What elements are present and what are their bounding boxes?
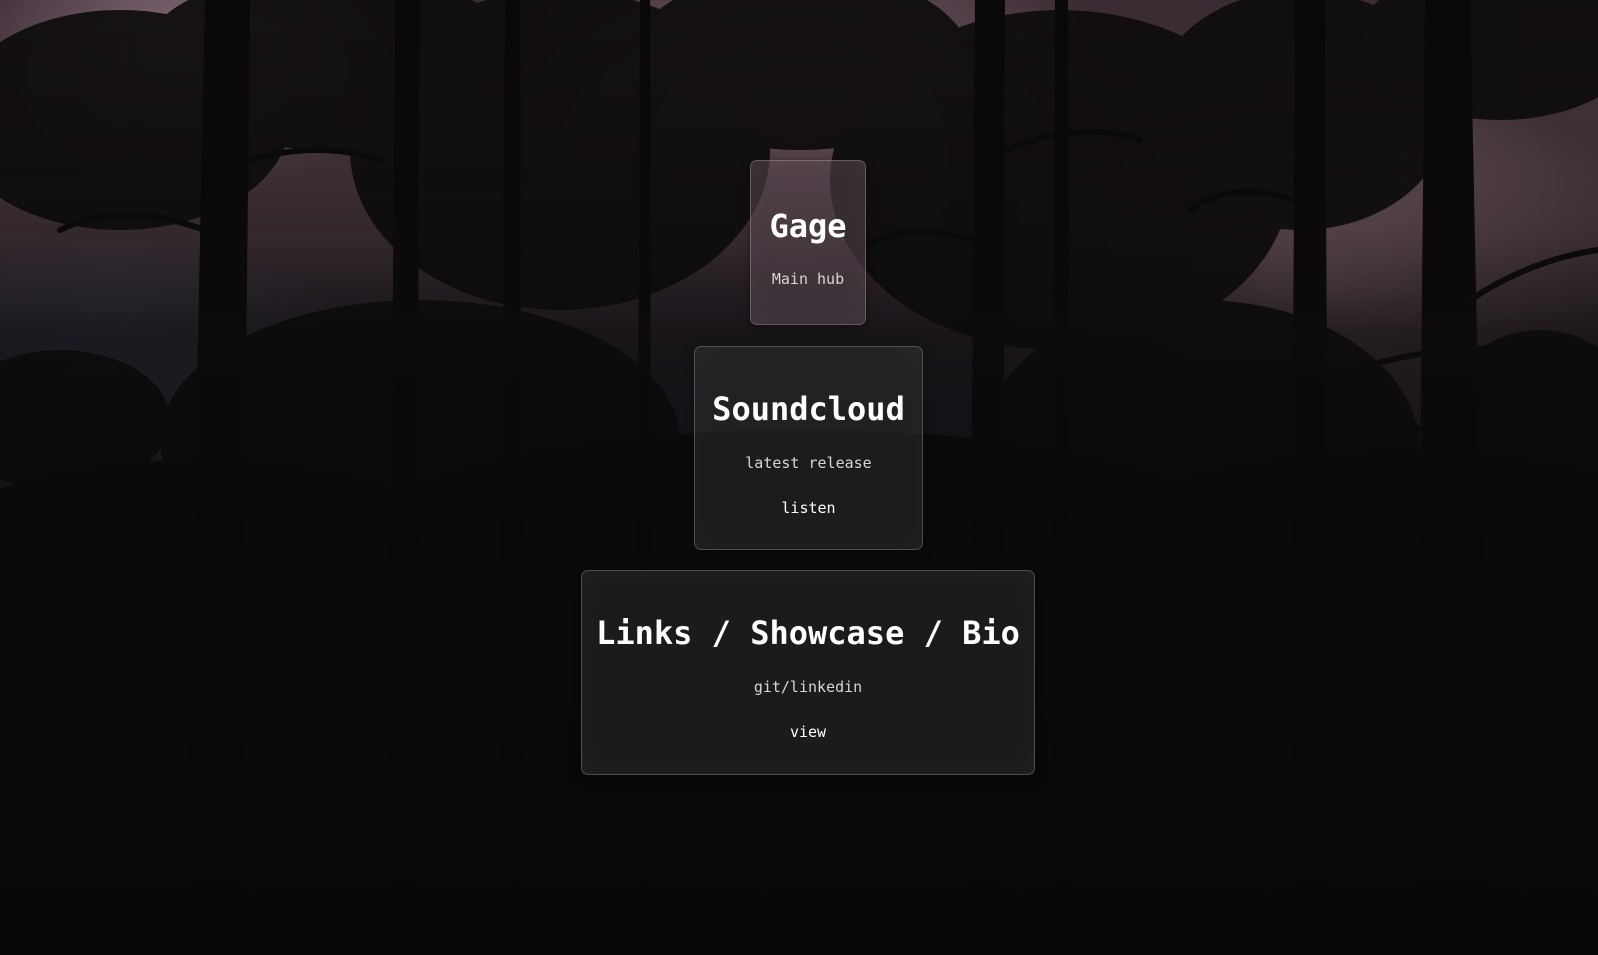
soundcloud-card-title: Soundcloud: [712, 390, 905, 428]
links-showcase-bio-card[interactable]: Links / Showcase / Bio git/linkedin view: [581, 570, 1035, 775]
soundcloud-card-subtitle: latest release: [745, 454, 872, 472]
view-button[interactable]: view: [780, 719, 836, 745]
listen-button[interactable]: listen: [771, 495, 845, 521]
gage-card-title: Gage: [769, 207, 847, 245]
links-card-title: Links / Showcase / Bio: [596, 614, 1020, 652]
gage-card-subtitle: Main hub: [771, 270, 845, 288]
gage-hub-card[interactable]: Gage Main hub: [750, 160, 866, 325]
links-card-subtitle: git/linkedin: [753, 678, 863, 696]
soundcloud-card[interactable]: Soundcloud latest release listen: [694, 346, 923, 550]
